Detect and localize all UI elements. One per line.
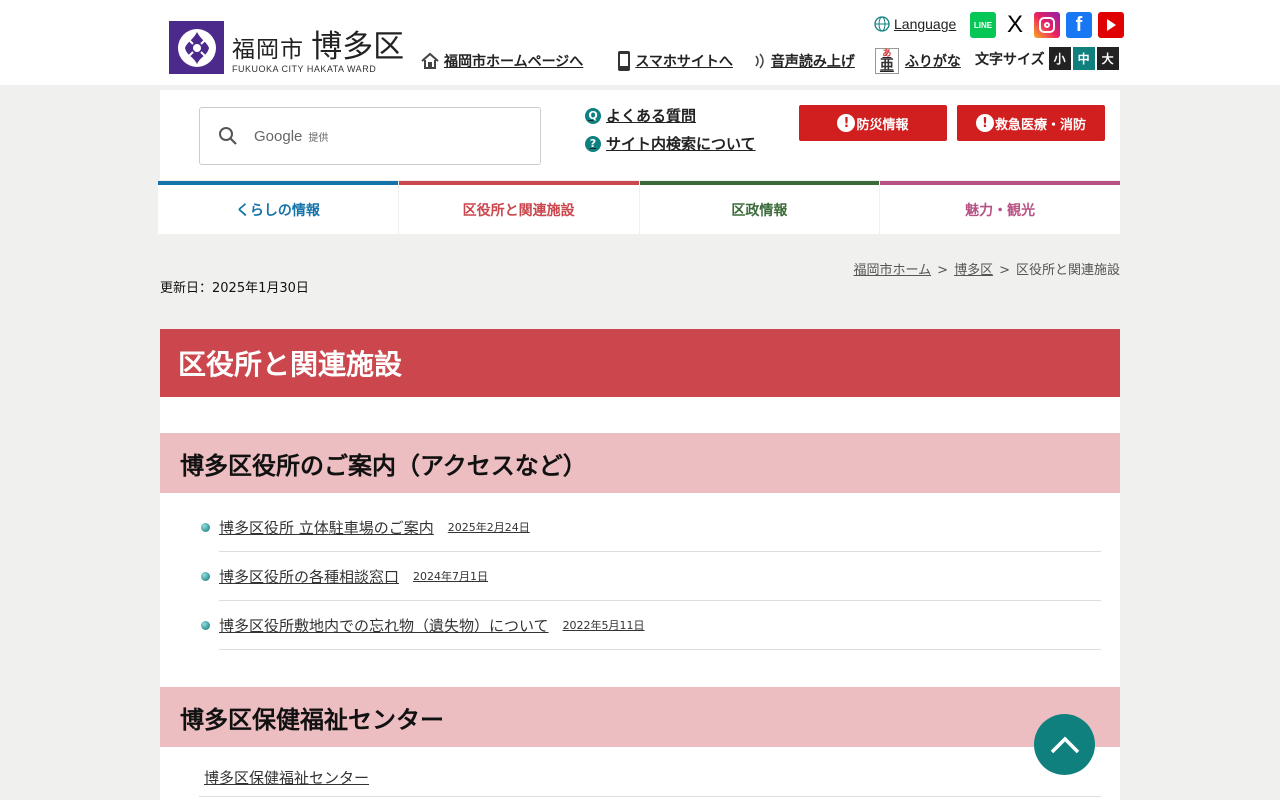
voice-reader-link[interactable]: 音声読み上げ [753, 51, 855, 71]
site-header: 福岡市 博多区 FUKUOKA CITY HAKATA WARD 福岡市ホームペ… [0, 0, 1280, 85]
q-icon: Q [585, 107, 601, 124]
logo-city-name: 福岡市 [232, 37, 304, 63]
furigana-link[interactable]: あ亜 ふりがな [874, 48, 961, 74]
facebook-icon[interactable]: f [1066, 12, 1092, 38]
list-item: 博多区役所 立体駐車場のご案内 2025年2月24日 [201, 503, 1101, 552]
globe-icon [874, 16, 890, 32]
list-item-link[interactable]: 博多区役所 立体駐車場のご案内 [219, 517, 434, 538]
site-logo[interactable]: 福岡市 博多区 FUKUOKA CITY HAKATA WARD [169, 21, 404, 74]
city-home-label: 福岡市ホームページへ [444, 54, 584, 70]
list-item: 博多区役所の各種相談窓口 2024年7月1日 [201, 552, 1101, 601]
updated-date: 更新日：2025年1月30日 [160, 281, 309, 296]
breadcrumb-separator: > [999, 263, 1010, 278]
logo-ward-name: 博多区 [311, 29, 405, 65]
section-heading: 博多区役所のご案内（アクセスなど） [160, 433, 1120, 493]
list-item: 博多区役所敷地内での忘れ物（遺失物）について 2022年5月11日 [201, 601, 1101, 650]
list-item-link[interactable]: 博多区保健福祉センター [204, 769, 369, 787]
home-icon [421, 52, 439, 69]
city-home-link[interactable]: 福岡市ホームページへ [420, 51, 583, 71]
breadcrumb: 福岡市ホーム > 博多区 > 区役所と関連施設 [854, 259, 1120, 278]
language-label: Language [894, 16, 957, 32]
list-item-date: 2024年7月1日 [413, 570, 489, 583]
nav-tab-ward-admin[interactable]: 区政情報 [639, 181, 880, 234]
smartphone-icon [618, 51, 631, 71]
search-icon [219, 127, 237, 145]
list-item-link[interactable]: 博多区役所敷地内での忘れ物（遺失物）について [219, 615, 549, 636]
font-size-control: 文字サイズ 小 中 大 [975, 47, 1119, 70]
provided-label: 提供 [308, 132, 329, 144]
search-band: Google 提供 Q よくある質問 ? サイト内検索について ! 防災情報 !… [160, 90, 1120, 180]
search-input[interactable]: Google 提供 [199, 107, 541, 165]
main-content: 区役所と関連施設 博多区役所のご案内（アクセスなど） 博多区役所 立体駐車場のご… [160, 329, 1120, 800]
city-emblem-icon [169, 21, 224, 74]
exclamation-icon: ! [975, 114, 994, 132]
nav-tab-attractions[interactable]: 魅力・観光 [880, 181, 1120, 234]
chevron-up-icon [1050, 736, 1079, 753]
youtube-icon[interactable] [1098, 12, 1124, 38]
font-size-medium-button[interactable]: 中 [1072, 47, 1095, 70]
disaster-info-label: 防災情報 [856, 117, 909, 133]
list-item-link[interactable]: 博多区役所の各種相談窓口 [219, 566, 399, 587]
breadcrumb-home[interactable]: 福岡市ホーム [854, 263, 932, 278]
section-list: 博多区役所 立体駐車場のご案内 2025年2月24日 博多区役所の各種相談窓口 … [200, 503, 1101, 650]
global-nav: くらしの情報 区役所と関連施設 区政情報 魅力・観光 [158, 181, 1120, 234]
list-item-date: 2022年5月11日 [562, 619, 645, 632]
page-title: 区役所と関連施設 [160, 329, 1120, 397]
breadcrumb-current: 区役所と関連施設 [1015, 263, 1120, 278]
bullet-icon [201, 621, 210, 630]
emergency-medical-button[interactable]: ! 救急医療・消防 [957, 105, 1105, 141]
x-icon[interactable]: X [1002, 11, 1028, 38]
breadcrumb-ward[interactable]: 博多区 [954, 263, 993, 278]
font-size-label: 文字サイズ [975, 51, 1045, 68]
question-icon: ? [585, 135, 601, 152]
sns-links: LINE X f [970, 11, 1124, 38]
smartphone-site-label: スマホサイトへ [635, 54, 733, 70]
instagram-icon[interactable] [1034, 12, 1060, 38]
bullet-icon [201, 523, 210, 532]
google-label: Google [254, 127, 303, 145]
search-help-label: サイト内検索について [606, 135, 756, 153]
list-item-date: 2025年2月24日 [447, 521, 530, 534]
nav-tab-ward-office[interactable]: 区役所と関連施設 [398, 181, 639, 234]
smartphone-site-link[interactable]: スマホサイトへ [617, 50, 733, 72]
line-icon[interactable]: LINE [970, 12, 996, 38]
bullet-icon [201, 572, 210, 581]
section-heading: 博多区保健福祉センター [160, 687, 1120, 747]
disaster-info-button[interactable]: ! 防災情報 [799, 105, 947, 141]
language-link[interactable]: Language [874, 16, 956, 32]
furigana-icon: あ亜 [874, 48, 899, 74]
breadcrumb-separator: > [937, 263, 949, 278]
font-size-small-button[interactable]: 小 [1048, 47, 1071, 70]
emergency-medical-label: 救急医療・消防 [994, 117, 1086, 133]
list-item: 博多区保健福祉センター [199, 767, 1101, 797]
back-to-top-button[interactable] [1034, 714, 1095, 775]
font-size-large-button[interactable]: 大 [1096, 47, 1119, 70]
exclamation-icon: ! [837, 114, 856, 132]
faq-link[interactable]: Q よくある質問 [585, 105, 756, 126]
faq-label: よくある質問 [606, 107, 697, 125]
sound-wave-icon [755, 53, 764, 69]
search-help-link[interactable]: ? サイト内検索について [585, 133, 756, 154]
nav-tab-living[interactable]: くらしの情報 [158, 181, 398, 234]
furigana-label: ふりがな [904, 54, 961, 70]
voice-reader-label: 音声読み上げ [770, 54, 855, 70]
